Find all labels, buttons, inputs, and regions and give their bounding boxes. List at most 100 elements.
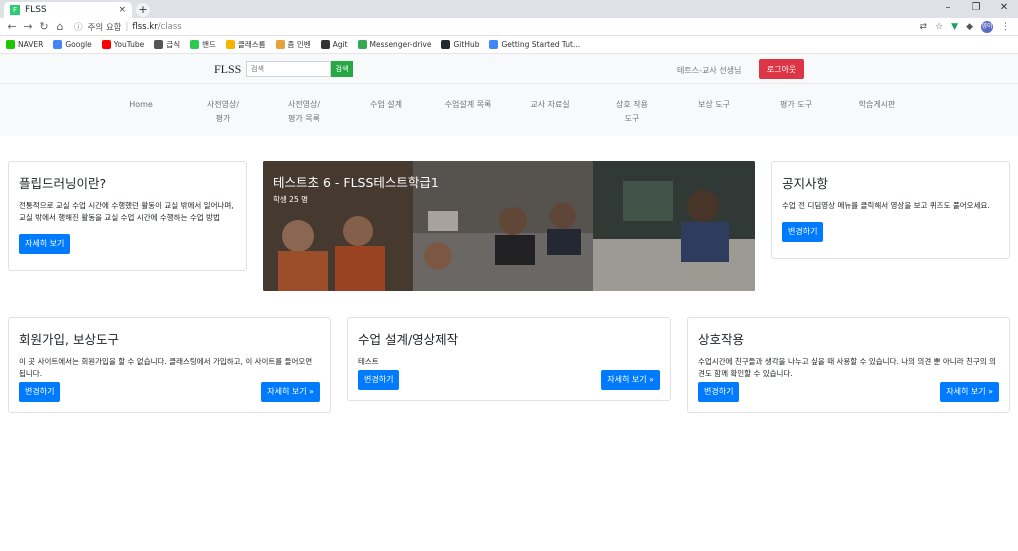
chrome-icon (489, 40, 499, 49)
read-more-button[interactable]: 자세히 보기 » (261, 382, 320, 402)
google-icon (53, 40, 63, 49)
card-title: 공지사항 (782, 176, 829, 191)
user-name[interactable]: 테트스-교사 선생님 (677, 65, 741, 76)
security-warning: 주의 요함 (87, 22, 122, 33)
address-bar[interactable]: ⓘ 주의 요함 | flss.kr/class (74, 20, 914, 34)
info-icon[interactable]: ⓘ (74, 21, 83, 33)
menu-item[interactable]: 평가 도구 (780, 98, 812, 112)
bookmark-item[interactable]: 급식 (154, 39, 180, 50)
home-icon[interactable]: ⌂ (52, 20, 68, 33)
close-window-icon[interactable]: ✕ (990, 0, 1018, 16)
restore-icon[interactable]: ❐ (962, 0, 990, 16)
globe-icon (154, 40, 164, 49)
card-text: 수업 전 디딤영상 메뉴를 클릭해서 영상을 보고 퀴즈도 풀어오세요. (782, 201, 990, 210)
naver-icon (6, 40, 15, 49)
minimize-icon[interactable]: – (934, 0, 962, 16)
main-menu: Home 사전영상/ 평가 사전영상/ 평가 목록 수업 설계 수업설계 목록 교사 자료… (0, 84, 1018, 136)
url-text: flss.kr/class (132, 21, 182, 32)
bookmark-label: Agit (332, 40, 348, 49)
bookmark-label: Google (65, 40, 92, 49)
edit-button[interactable]: 변경하기 (19, 382, 61, 402)
menu-item[interactable]: Home (129, 98, 153, 112)
bookmark-label: 좀 인벤 (287, 40, 311, 49)
menu-item[interactable]: 수업설계 목록 (445, 98, 492, 112)
card-text: 수업시간에 친구들과 생각을 나누고 싶을 때 사용할 수 있습니다. 나의 의… (698, 357, 996, 378)
bookmark-item[interactable]: 클래스룸 (225, 39, 266, 50)
menu-item[interactable]: 사전영상/ 평가 목록 (288, 98, 320, 126)
agit-icon (320, 40, 330, 49)
search-form: 검색 (246, 61, 353, 77)
browser-tab-strip: F FLSS × + – ❐ ✕ (0, 0, 1018, 18)
student-count: 학생 25 명 (273, 195, 309, 204)
menu-item[interactable]: 학습게시판 (859, 98, 896, 112)
translate-icon[interactable]: ⇄ (920, 22, 928, 32)
edit-button[interactable]: 변경하기 (782, 222, 824, 242)
flss-favicon-icon: F (10, 5, 20, 15)
card-title: 플립드러닝이란? (19, 176, 107, 191)
bookmark-item[interactable]: 좀 인벤 (275, 39, 311, 50)
bookmark-item[interactable]: Agit (320, 40, 348, 49)
avatar[interactable]: 영미 (981, 20, 993, 33)
bookmark-label: GitHub (453, 40, 480, 49)
read-more-button[interactable]: 자세히 보기 » (940, 382, 999, 402)
menu-item[interactable]: 교사 자료실 (530, 98, 569, 112)
menu-item[interactable]: 상호 작용 도구 (616, 98, 648, 126)
inven-icon (275, 40, 285, 49)
bookmarks-bar: NAVER Google YouTube 급식 밴드 클래스룸 좀 인벤 Agit Messen… (0, 36, 1018, 54)
bookmark-label: 급식 (166, 40, 181, 49)
feature-card: 상호작용 수업시간에 친구들과 생각을 나누고 싶을 때 사용할 수 있습니다.… (687, 317, 1010, 413)
bookmark-label: Messenger-drive (369, 40, 432, 49)
menu-item[interactable]: 보상 도구 (698, 98, 730, 112)
card-text: 이 곳 사이트에서는 회원가입을 할 수 없습니다. 클래스팅에서 가입하고, … (19, 357, 313, 378)
bookmark-item[interactable]: YouTube (101, 40, 145, 49)
bookmark-label: YouTube (113, 40, 145, 49)
read-more-button[interactable]: 자세히 보기 (19, 234, 71, 254)
browser-tab[interactable]: F FLSS × (4, 2, 132, 18)
star-icon[interactable]: ☆ (935, 22, 943, 32)
github-icon (441, 40, 451, 49)
new-tab-button[interactable]: + (136, 3, 150, 17)
classroom-icon (225, 40, 235, 49)
edit-button[interactable]: 변경하기 (358, 370, 400, 390)
feature-card: 회원가입, 보상도구 이 곳 사이트에서는 회원가입을 할 수 없습니다. 클래… (8, 317, 331, 413)
site-header: FLSS 검색 테트스-교사 선생님 로그아웃 (0, 54, 1018, 84)
card-title: 상호작용 (698, 332, 745, 347)
bookmark-label: 클래스룸 (237, 40, 266, 49)
bookmark-item[interactable]: Messenger-drive (357, 40, 432, 49)
bookmark-label: 밴드 (202, 40, 216, 49)
class-title: 테스트초 6 - FLSS테스트학급1 (273, 175, 439, 190)
back-icon[interactable]: ← (4, 20, 20, 33)
bookmark-item[interactable]: Getting Started Tut... (489, 40, 580, 49)
reload-icon[interactable]: ↻ (36, 20, 52, 33)
edit-button[interactable]: 변경하기 (698, 382, 740, 402)
more-menu-icon[interactable]: ⋮ (1001, 22, 1010, 32)
card-title: 회원가입, 보상도구 (19, 332, 119, 347)
extension-icon[interactable]: ▼ (951, 22, 958, 32)
brand-logo[interactable]: FLSS (214, 62, 241, 77)
card-text: 테스트 (358, 357, 379, 366)
search-button[interactable]: 검색 (331, 61, 353, 77)
notice-card: 공지사항 수업 전 디딤영상 메뉴를 클릭해서 영상을 보고 퀴즈도 풀어오세요… (771, 161, 1010, 259)
toolbar-actions: ⇄ ☆ ▼ ◆ 영미 ⋮ (920, 20, 1010, 33)
bookmark-item[interactable]: NAVER (6, 40, 43, 49)
bookmark-label: NAVER (18, 40, 44, 49)
class-banner: 테스트초 6 - FLSS테스트학급1 학생 25 명 (263, 161, 755, 291)
window-controls: – ❐ ✕ (934, 0, 1018, 16)
bookmark-item[interactable]: 밴드 (190, 39, 216, 50)
read-more-button[interactable]: 자세히 보기 » (601, 370, 660, 390)
band-icon (190, 40, 200, 49)
menu-item[interactable]: 수업 설계 (370, 98, 402, 112)
feature-card: 수업 설계/영상제작 테스트 변경하기 자세히 보기 » (347, 317, 671, 401)
drive-icon (357, 40, 367, 49)
bookmark-item[interactable]: GitHub (441, 40, 479, 49)
search-input[interactable] (246, 61, 331, 77)
youtube-icon (101, 40, 111, 49)
menu-item[interactable]: 사전영상/ 평가 (207, 98, 239, 126)
logout-button[interactable]: 로그아웃 (759, 59, 804, 79)
browser-toolbar: ← → ↻ ⌂ ⓘ 주의 요함 | flss.kr/class ⇄ ☆ ▼ ◆ … (0, 18, 1018, 36)
card-text: 전통적으로 교실 수업 시간에 수행했던 활동이 교실 밖에서 일어나며, 교실… (19, 201, 234, 222)
puzzle-icon[interactable]: ◆ (966, 22, 973, 32)
bookmark-item[interactable]: Google (53, 40, 92, 49)
close-tab-icon[interactable]: × (118, 5, 126, 15)
forward-icon[interactable]: → (20, 20, 36, 33)
